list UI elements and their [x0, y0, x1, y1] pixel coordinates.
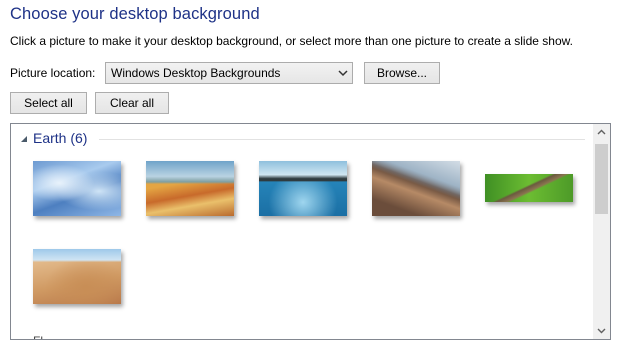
- thumbnail-earth-rock-shore[interactable]: [372, 161, 460, 216]
- next-group-partial-label: Fl: [33, 334, 43, 339]
- browse-button[interactable]: Browse...: [364, 62, 440, 84]
- thumbnail-earth-green-field[interactable]: [485, 174, 573, 202]
- thumbnail-earth-desert-hills[interactable]: [146, 161, 234, 216]
- group-title: Earth (6): [33, 130, 88, 146]
- picture-location-label: Picture location:: [10, 66, 96, 80]
- thumbnail-earth-sand-dunes[interactable]: [33, 249, 121, 304]
- picture-gallery[interactable]: Earth (6) Fl: [10, 123, 611, 340]
- page-subtitle: Click a picture to make it your desktop …: [10, 34, 573, 48]
- thumbnail-earth-seascape[interactable]: [259, 161, 347, 216]
- select-all-button[interactable]: Select all: [10, 92, 87, 114]
- scroll-down-icon[interactable]: [593, 322, 610, 339]
- collapse-triangle-icon[interactable]: [20, 135, 28, 143]
- scroll-up-icon[interactable]: [593, 124, 610, 141]
- scrollbar-thumb[interactable]: [595, 144, 608, 214]
- vertical-scrollbar[interactable]: [593, 124, 610, 339]
- thumbnail-earth-ice[interactable]: [33, 161, 121, 216]
- picture-location-select[interactable]: Windows Desktop Backgrounds: [105, 62, 353, 84]
- clear-all-button[interactable]: Clear all: [95, 92, 169, 114]
- group-divider: [99, 139, 585, 140]
- page-title: Choose your desktop background: [10, 5, 260, 23]
- chevron-down-icon: [338, 70, 348, 77]
- picture-location-value: Windows Desktop Backgrounds: [111, 66, 281, 80]
